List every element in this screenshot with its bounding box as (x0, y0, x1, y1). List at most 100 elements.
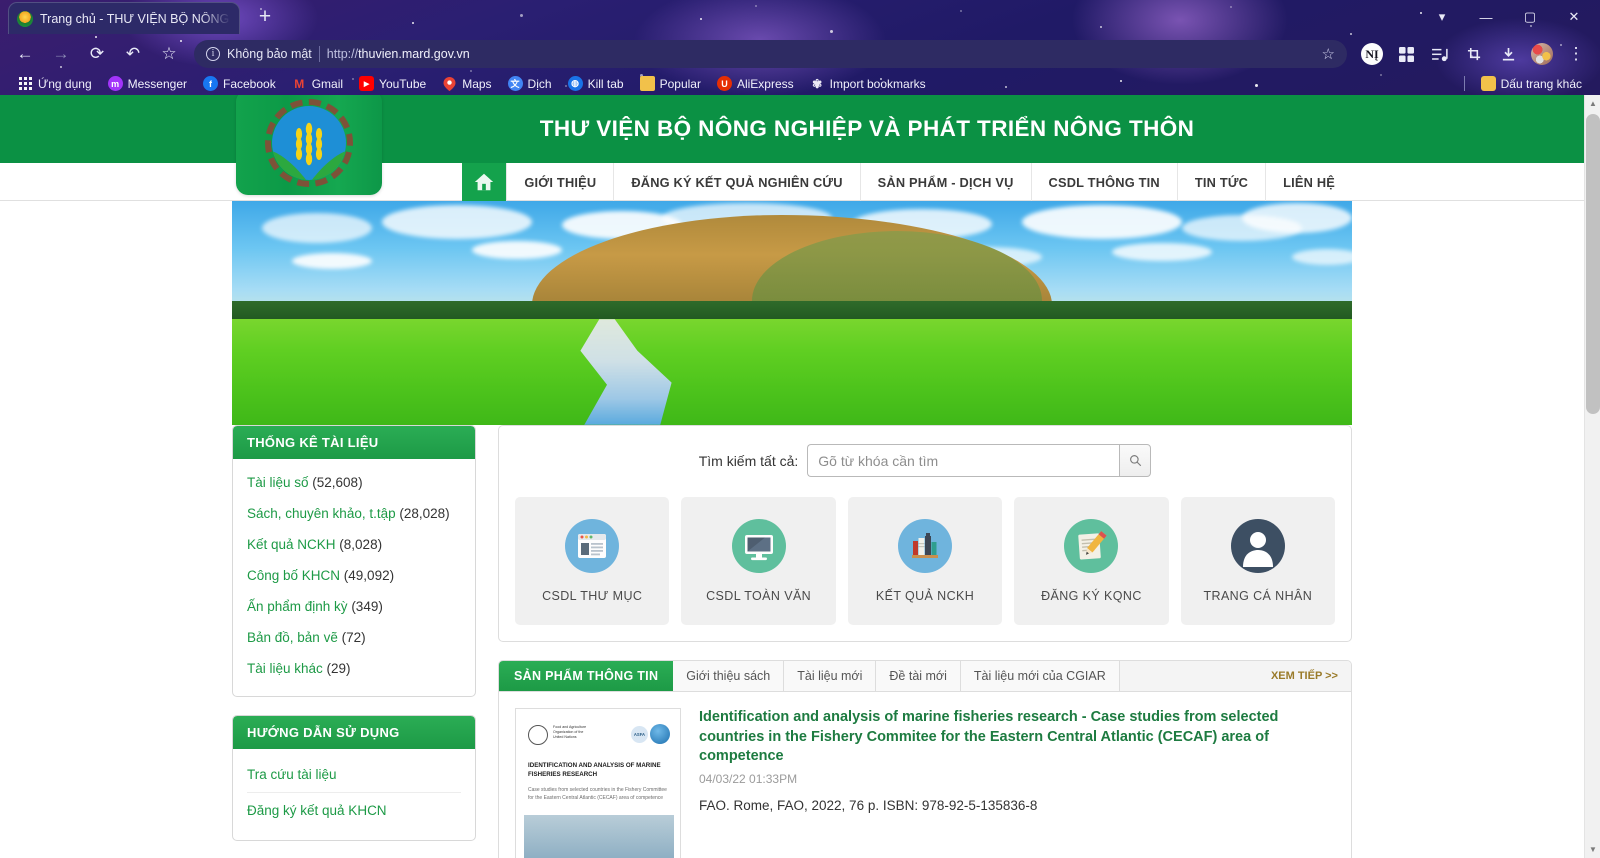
close-button[interactable]: ✕ (1552, 2, 1596, 32)
stat-row[interactable]: Sách, chuyên khảo, t.tập (28,028) (247, 498, 461, 529)
product-tabs-card: SẢN PHẨM THÔNG TIN Giới thiệu sách Tài liệ… (498, 660, 1352, 858)
back-icon[interactable]: ← (8, 39, 42, 69)
bookmark-import-bookmarks[interactable]: ✾ Import bookmarks (802, 74, 934, 93)
guide-row[interactable]: Đăng ký kết quả KHCN (247, 793, 461, 828)
stat-row[interactable]: Kết quả NCKH (8,028) (247, 529, 461, 560)
tile-ket-qua-nckh[interactable]: KẾT QUẢ NCKH (847, 497, 1003, 625)
extension-ni-icon[interactable]: NĮ (1356, 39, 1388, 69)
stat-label[interactable]: Bản đồ, bản vẽ (247, 630, 338, 645)
bookmark-gmail[interactable]: M Gmail (284, 74, 351, 93)
undo-icon[interactable]: ↶ (116, 39, 150, 69)
address-bar[interactable]: i Không bảo mật http://thuvien.mard.gov.… (194, 40, 1347, 68)
forward-icon[interactable]: → (44, 39, 78, 69)
tile-csdl-toan-van[interactable]: CSDL TOÀN VĂN (681, 497, 836, 625)
tile-label: ĐĂNG KÝ KQNC (1041, 589, 1142, 603)
site-header: THƯ VIỆN BỘ NÔNG NGHIỆP VÀ PHÁT TRIỂN NÔ… (0, 95, 1584, 195)
bookmark-d-ch[interactable]: 文 Dịch (500, 74, 560, 93)
maximize-button[interactable]: ▢ (1508, 2, 1552, 32)
tab-label: Giới thiệu sách (686, 669, 771, 683)
stat-count: (28,028) (395, 506, 450, 521)
stat-row[interactable]: Tài liệu số (52,608) (247, 467, 461, 498)
tile-trang-ca-nhan[interactable]: TRANG CÁ NHÂN (1180, 497, 1336, 625)
stat-row[interactable]: Tài liệu khác (29) (247, 653, 461, 684)
guide-list: Tra cứu tài liệu Đăng ký kết quả KHCN (233, 749, 475, 840)
home-icon (475, 173, 494, 191)
hero-cloud (1112, 243, 1212, 261)
search-input[interactable] (807, 444, 1120, 477)
tab-san-pham-thong-tin[interactable]: SẢN PHẨM THÔNG TIN (499, 661, 674, 691)
search-button[interactable] (1119, 444, 1152, 477)
reload-icon[interactable]: ⟳ (80, 39, 114, 69)
scroll-up-icon[interactable]: ▲ (1585, 95, 1600, 112)
logo-emblem (265, 98, 353, 187)
scrollbar-thumb[interactable] (1586, 114, 1600, 414)
nav-csdl-thong-tin[interactable]: CSDL THÔNG TIN (1030, 163, 1177, 201)
screenshot-crop-icon[interactable] (1458, 39, 1490, 69)
stat-label[interactable]: Công bố KHCN (247, 568, 340, 583)
nav-gioi-thieu[interactable]: GIỚI THIỆU (506, 163, 613, 201)
page-scrollbar[interactable]: ▲ ▼ (1584, 95, 1600, 858)
stat-row[interactable]: Ấn phẩm định kỳ (349) (247, 591, 461, 622)
playlist-icon[interactable] (1424, 39, 1456, 69)
gear-icon: ✾ (812, 76, 823, 91)
omnibox-star-icon[interactable]: ☆ (1322, 45, 1335, 63)
tile-dang-ky-kqnc[interactable]: ĐĂNG KÝ KQNC (1014, 497, 1169, 625)
info-icon[interactable]: i (206, 47, 220, 61)
profile-avatar[interactable] (1526, 39, 1558, 69)
nav-san-pham-dich-vu[interactable]: SẢN PHẨM - DỊCH VỤ (859, 163, 1031, 201)
stat-row[interactable]: Bản đồ, bản vẽ (72) (247, 622, 461, 653)
site-favicon (17, 10, 33, 27)
scroll-down-icon[interactable]: ▼ (1585, 841, 1600, 858)
stat-label[interactable]: Sách, chuyên khảo, t.tập (247, 506, 396, 521)
bookmark-popular[interactable]: Popular (632, 74, 709, 93)
tab-tai-lieu-moi[interactable]: Tài liệu mới (784, 661, 877, 691)
site-logo[interactable] (236, 95, 382, 195)
nav-item-label: GIỚI THIỆU (524, 174, 597, 190)
globe-badge-icon (650, 724, 670, 744)
article-thumbnail[interactable]: Food and Agriculture Organization of the… (515, 708, 681, 858)
tab-gioi-thieu-sach[interactable]: Giới thiệu sách (673, 661, 785, 691)
bookmark-star-icon[interactable]: ☆ (152, 39, 186, 69)
guide-row[interactable]: Tra cứu tài liệu (247, 757, 461, 793)
tab-de-tai-moi[interactable]: Đề tài mới (876, 661, 961, 691)
bookmark-messenger[interactable]: m Messenger (100, 74, 195, 93)
stat-label[interactable]: Tài liệu khác (247, 661, 323, 676)
bookmark-label: Import bookmarks (829, 76, 926, 91)
stat-row[interactable]: Công bố KHCN (49,092) (247, 560, 461, 591)
browser-tab[interactable]: Trang chủ - THƯ VIỆN BỘ NÔNG NG (8, 2, 240, 34)
new-tab-button[interactable]: + (252, 6, 278, 30)
stat-count: (72) (337, 630, 366, 645)
bookmark-kill-tab[interactable]: ◍ Kill tab (560, 74, 632, 93)
nav-item-label: ĐĂNG KÝ KẾT QUẢ NGHIÊN CỨU (631, 174, 843, 190)
stat-label[interactable]: Ấn phẩm định kỳ (247, 599, 348, 614)
window-controls: ▾ — ▢ ✕ (1420, 2, 1596, 32)
stat-label[interactable]: Tài liệu số (247, 475, 309, 490)
bookmark-aliexpress[interactable]: U AliExpress (709, 74, 802, 93)
bookmark-other[interactable]: Dấu trang khác (1473, 74, 1590, 93)
stat-count: (349) (347, 599, 383, 614)
cover-subtitle: Case studies from selected countries in … (528, 787, 667, 801)
download-icon[interactable] (1492, 39, 1524, 69)
article-title[interactable]: Identification and analysis of marine fi… (699, 708, 1335, 767)
bookmark-maps[interactable]: Maps (434, 74, 499, 93)
stat-label[interactable]: Kết quả NCKH (247, 537, 336, 552)
nav-home-button[interactable] (462, 163, 507, 201)
view-more-link[interactable]: XEM TIẾP >> (1258, 661, 1351, 691)
bookmark-youtube[interactable]: ▶ YouTube (351, 74, 434, 93)
quick-access-tiles: CSDL THƯ MỤC CSDL TOÀN VĂN KẾT QUẢ NCKH ĐĂN… (515, 497, 1336, 625)
tile-csdl-thu-muc[interactable]: CSDL THƯ MỤC (515, 497, 670, 625)
nav-tin-tuc[interactable]: TIN TỨC (1176, 163, 1265, 201)
chrome-menu-icon[interactable]: ⋮ (1560, 39, 1592, 69)
hero-cloud (262, 213, 372, 243)
url-text: http://thuvien.mard.gov.vn (327, 47, 470, 61)
guide-panel: HƯỚNG DẪN SỬ DỤNG Tra cứu tài liệu Đăng k… (232, 715, 476, 841)
apps-grid-icon[interactable] (1390, 39, 1422, 69)
tab-tai-lieu-moi-cgiar[interactable]: Tài liệu mới của CGIAR (960, 661, 1120, 691)
bookmark-facebook[interactable]: f Facebook (195, 74, 284, 93)
nav-lien-he[interactable]: LIÊN HỆ (1265, 163, 1352, 201)
chrome-overflow-icon[interactable]: ▾ (1420, 2, 1464, 32)
minimize-button[interactable]: — (1464, 2, 1508, 32)
nav-dang-ky-ket-qua[interactable]: ĐĂNG KÝ KẾT QUẢ NGHIÊN CỨU (613, 163, 859, 201)
fao-logo-icon (528, 725, 548, 745)
bookmark-ng-d-ng[interactable]: Ứng dụng (10, 74, 100, 93)
